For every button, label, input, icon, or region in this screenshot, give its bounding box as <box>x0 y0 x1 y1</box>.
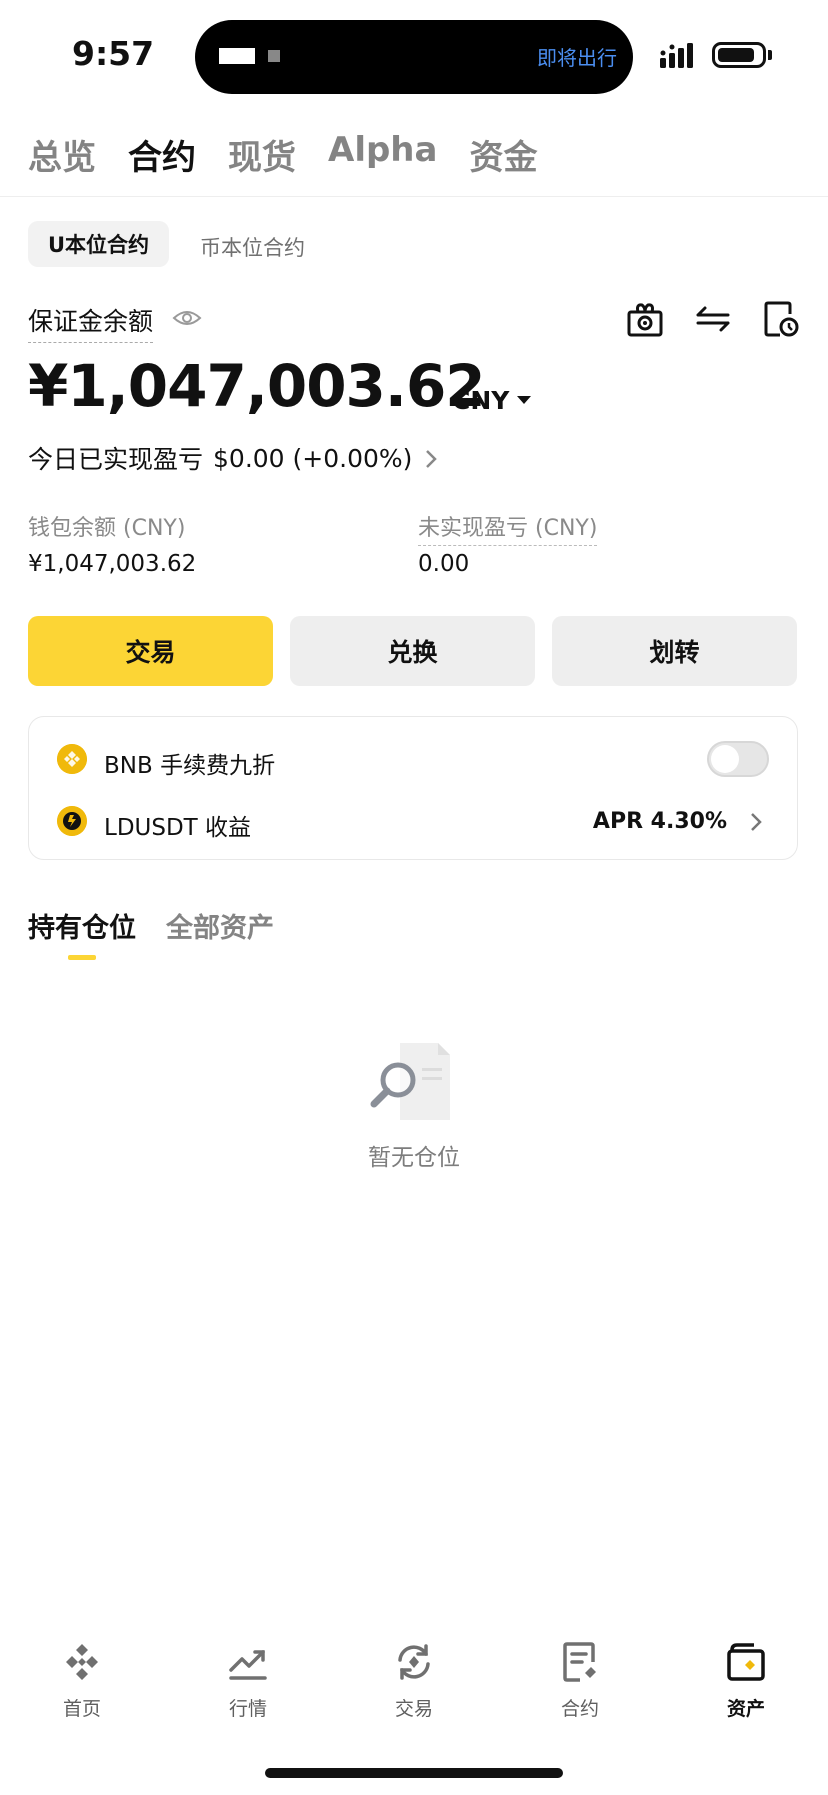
nav-futures[interactable]: 合约 <box>520 1640 640 1721</box>
empty-search-document-icon <box>370 1043 450 1120</box>
today-pnl-value: $0.00 (+0.00%) <box>213 443 413 473</box>
tab-overview[interactable]: 总览 <box>28 130 96 179</box>
unrealized-pnl-value: 0.00 <box>418 551 470 577</box>
today-pnl-row[interactable]: 今日已实现盈亏 $0.00 (+0.00%) <box>28 440 412 476</box>
status-time: 9:57 <box>72 34 155 73</box>
wallet-balance-value: ¥1,047,003.62 <box>28 551 197 577</box>
redacted-block-small <box>268 50 280 62</box>
subtab-usdm-futures[interactable]: U本位合约 <box>28 221 169 267</box>
apr-value: APR 4.30% <box>592 809 727 834</box>
cellular-signal-icon <box>660 43 693 68</box>
battery-tip <box>768 50 772 60</box>
bnb-fee-label: BNB 手续费九折 <box>104 753 276 779</box>
ldusdt-yield-label: LDUSDT 收益 <box>104 815 252 841</box>
margin-balance-label[interactable]: 保证金余额 <box>28 302 154 343</box>
tab-alpha[interactable]: Alpha <box>328 130 437 179</box>
chevron-right-icon[interactable] <box>424 448 438 470</box>
top-tabs: 总览 合约 现货 Alpha 资金 <box>28 130 537 179</box>
subtab-coinm-futures[interactable]: 币本位合约 <box>200 232 305 262</box>
active-tab-indicator <box>68 955 96 960</box>
caret-down-icon[interactable] <box>517 396 531 404</box>
nav-markets[interactable]: 行情 <box>188 1640 308 1721</box>
tab-holdings[interactable]: 持有仓位 <box>28 906 136 945</box>
margin-balance-value: ¥1,047,003.62 <box>28 352 486 420</box>
fee-yield-card: BNB 手续费九折 LDUSDT 收益 APR 4.30% <box>28 716 798 860</box>
bnb-fee-row: BNB 手续费九折 <box>29 729 797 789</box>
eye-icon[interactable] <box>172 308 202 328</box>
tabs-divider <box>0 196 828 197</box>
today-pnl-label: 今日已实现盈亏 <box>28 445 204 474</box>
ldusdt-yield-row[interactable]: LDUSDT 收益 APR 4.30% <box>29 791 797 851</box>
gift-icon[interactable] <box>626 300 664 338</box>
futures-icon <box>563 1642 596 1682</box>
wallet-icon <box>727 1643 765 1681</box>
transfer-button[interactable]: 划转 <box>552 616 797 686</box>
tab-spot[interactable]: 现货 <box>228 130 296 179</box>
ldusdt-coin-icon <box>57 806 87 836</box>
nav-futures-label: 合约 <box>560 1698 599 1720</box>
bnb-coin-icon <box>57 744 87 774</box>
trade-icon <box>398 1644 430 1680</box>
nav-markets-label: 行情 <box>228 1698 267 1720</box>
nav-assets[interactable]: 资产 <box>686 1640 806 1721</box>
unrealized-pnl-label[interactable]: 未实现盈亏 (CNY) <box>418 510 598 546</box>
bnb-fee-toggle[interactable] <box>707 741 769 777</box>
dynamic-island[interactable]: 即将出行 <box>195 20 633 94</box>
nav-trade-label: 交易 <box>394 1698 433 1720</box>
transfer-arrows-icon[interactable] <box>694 300 732 338</box>
redacted-block <box>219 48 255 64</box>
tab-all-assets[interactable]: 全部资产 <box>166 906 274 945</box>
status-bar: 9:57 即将出行 <box>0 0 828 110</box>
tab-funding[interactable]: 资金 <box>469 130 537 179</box>
currency-selector[interactable]: CNY <box>452 386 509 415</box>
battery-icon <box>712 42 766 68</box>
tab-futures[interactable]: 合约 <box>128 130 196 179</box>
home-indicator[interactable] <box>265 1768 563 1778</box>
nav-home[interactable]: 首页 <box>22 1640 142 1721</box>
convert-button[interactable]: 兑换 <box>290 616 535 686</box>
bottom-nav: 首页 行情 交易 合约 资产 <box>0 1640 828 1730</box>
empty-state-text: 暂无仓位 <box>368 1145 460 1171</box>
wallet-balance-label: 钱包余额 (CNY) <box>28 516 186 541</box>
history-icon[interactable] <box>762 300 800 338</box>
nav-home-label: 首页 <box>62 1698 101 1720</box>
island-trip-text: 即将出行 <box>537 46 617 70</box>
trade-button[interactable]: 交易 <box>28 616 273 686</box>
nav-assets-label: 资产 <box>726 1698 765 1720</box>
markets-icon <box>229 1650 267 1680</box>
chevron-right-icon[interactable] <box>749 811 763 833</box>
home-icon <box>66 1644 98 1680</box>
nav-trade[interactable]: 交易 <box>354 1640 474 1721</box>
